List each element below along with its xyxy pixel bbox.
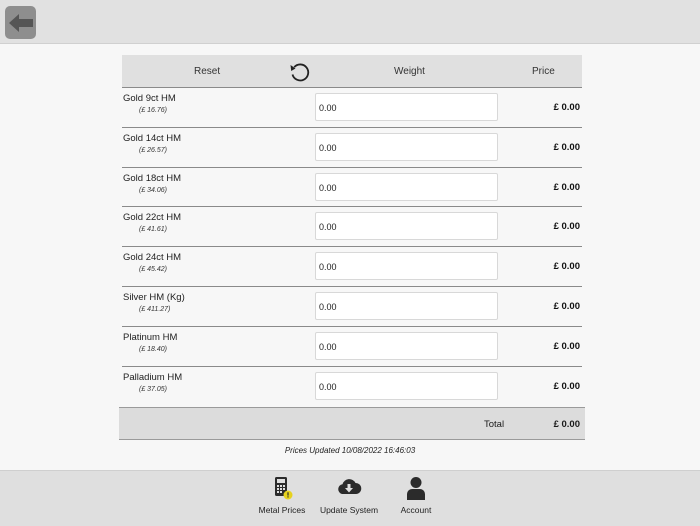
weight-input[interactable]: 0.00: [315, 132, 498, 161]
unit-price: (£ 41.61): [139, 226, 168, 234]
weight-input[interactable]: 0.00: [315, 252, 498, 281]
total-row: Total £ 0.00: [119, 407, 585, 440]
unit-price: (£ 411.27): [139, 305, 171, 313]
back-arrow-icon: [8, 13, 33, 32]
metal-name: Gold 14ct HM: [123, 132, 182, 144]
table-row: Palladium HM (£ 37.05) 0.00 £ 0.00: [122, 367, 582, 406]
total-value: £ 0.00: [553, 419, 580, 430]
table-row: Gold 9ct HM (£ 16.76) 0.00 £ 0.00: [122, 88, 582, 128]
reset-header: Reset: [194, 66, 221, 77]
metal-name: Palladium HM: [123, 371, 183, 383]
weight-input[interactable]: 0.00: [315, 291, 498, 320]
row-price: £ 0.00: [553, 221, 580, 233]
unit-price: (£ 26.57): [139, 146, 168, 154]
total-label: Total: [484, 419, 505, 430]
update-system-button[interactable]: Update System: [314, 475, 384, 515]
back-button[interactable]: [5, 6, 36, 39]
row-price: £ 0.00: [553, 380, 580, 392]
main-panel: Reset Weight Price Gold 9ct HM (£ 16.76)…: [0, 44, 700, 470]
row-price: £ 0.00: [553, 340, 580, 352]
user-icon: [407, 477, 425, 500]
metal-name: Silver HM (Kg): [123, 291, 185, 303]
table-row: Silver HM (Kg) (£ 411.27) 0.00 £ 0.00: [122, 287, 582, 327]
unit-price: (£ 45.42): [139, 266, 168, 274]
row-price: £ 0.00: [553, 181, 580, 193]
account-button[interactable]: Account: [381, 475, 451, 515]
reset-icon[interactable]: [288, 60, 312, 84]
row-price: £ 0.00: [553, 300, 580, 312]
metal-prices-button[interactable]: Metal Prices: [247, 475, 317, 515]
table-row: Gold 22ct HM (£ 41.61) 0.00 £ 0.00: [122, 207, 582, 248]
metal-name: Gold 9ct HM: [123, 93, 176, 104]
metal-prices-label: Metal Prices: [258, 505, 306, 515]
row-price: £ 0.00: [553, 141, 580, 153]
unit-price: (£ 18.40): [139, 345, 168, 353]
calculator-icon: [275, 477, 293, 500]
top-bar: [0, 0, 700, 44]
cloud-download-icon: [338, 479, 362, 494]
update-system-label: Update System: [319, 505, 379, 515]
table-row: Platinum HM (£ 18.40) 0.00 £ 0.00: [122, 327, 582, 367]
weight-input[interactable]: 0.00: [315, 93, 498, 121]
weight-input[interactable]: 0.00: [315, 331, 498, 360]
price-table: Reset Weight Price Gold 9ct HM (£ 16.76)…: [122, 55, 582, 405]
metal-name: Gold 22ct HM: [123, 212, 182, 224]
bottom-nav: Metal Prices Update System Account: [0, 470, 700, 526]
weight-header: Weight: [394, 66, 425, 77]
row-price: £ 0.00: [553, 261, 580, 273]
table-row: Gold 14ct HM (£ 26.57) 0.00 £ 0.00: [122, 128, 582, 168]
metal-name: Gold 18ct HM: [123, 172, 182, 184]
weight-input[interactable]: 0.00: [315, 212, 498, 241]
weight-input[interactable]: 0.00: [315, 371, 498, 400]
price-header: Price: [532, 66, 555, 77]
table-header: Reset Weight Price: [122, 55, 582, 88]
unit-price: (£ 34.06): [139, 186, 168, 194]
table-row: Gold 24ct HM (£ 45.42) 0.00 £ 0.00: [122, 247, 582, 287]
prices-updated-text: Prices Updated 10/08/2022 16:46:03: [284, 446, 416, 455]
table-row: Gold 18ct HM (£ 34.06) 0.00 £ 0.00: [122, 168, 582, 208]
row-price: £ 0.00: [553, 102, 580, 113]
metal-name: Platinum HM: [123, 331, 178, 343]
unit-price: (£ 16.76): [139, 107, 168, 114]
metal-name: Gold 24ct HM: [123, 252, 182, 264]
account-label: Account: [400, 505, 432, 515]
weight-input[interactable]: 0.00: [315, 172, 498, 201]
unit-price: (£ 37.05): [139, 385, 168, 393]
